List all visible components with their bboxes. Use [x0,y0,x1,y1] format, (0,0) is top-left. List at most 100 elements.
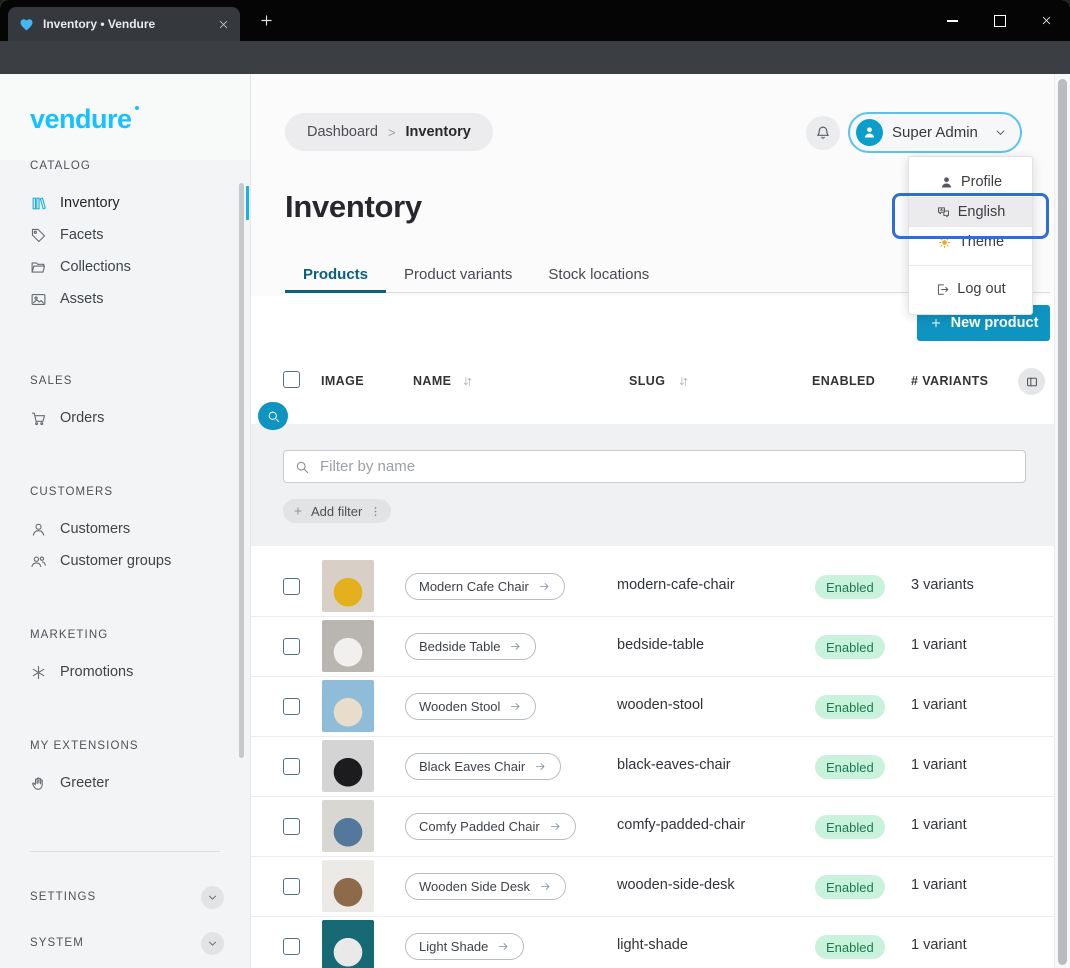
arrow-right-icon [549,820,562,833]
product-image[interactable] [322,680,374,732]
row-checkbox[interactable] [283,938,300,955]
sidebar-item-customers[interactable]: Customers [0,513,250,545]
expand-section-button[interactable] [201,886,224,909]
arrow-right-icon [534,760,547,773]
new-tab-button[interactable] [258,12,275,29]
sort-name-icon[interactable] [461,375,474,388]
vendure-logo[interactable]: vendure [30,104,139,135]
row-checkbox[interactable] [283,638,300,655]
main-content: Dashboard > Inventory Super Admin Profil… [251,74,1070,968]
table-row[interactable]: Wooden Stool wooden-stool Enabled 1 vari… [251,677,1054,737]
sidebar-item-orders[interactable]: Orders [0,402,250,434]
sidebar-scrollbar-thumb[interactable] [239,183,244,758]
tab-close-icon[interactable] [217,18,230,31]
product-image[interactable] [322,620,374,672]
table-row[interactable]: Light Shade light-shade Enabled 1 varian… [251,917,1054,968]
product-image[interactable] [322,740,374,792]
table-row[interactable]: Modern Cafe Chair modern-cafe-chair Enab… [251,557,1054,617]
sidebar-section-system[interactable]: SYSTEM [0,926,250,960]
row-checkbox[interactable] [283,878,300,895]
menu-item-log-out[interactable]: Log out [909,274,1032,304]
sidebar-section-label: SYSTEM [30,937,84,949]
sidebar-item-assets[interactable]: Assets [0,283,250,315]
expand-section-button[interactable] [201,932,224,955]
product-name-link[interactable]: Wooden Stool [405,693,536,720]
product-slug: black-eaves-chair [617,757,731,773]
product-image[interactable] [322,800,374,852]
sidebar-item-label: Promotions [60,664,133,680]
page-title: Inventory [285,188,422,226]
filter-input[interactable] [318,457,1015,476]
sidebar-item-facets[interactable]: Facets [0,219,250,251]
page-scrollbar[interactable] [1054,74,1070,968]
arrow-right-icon [538,580,551,593]
product-slug: light-shade [617,937,688,953]
browser-tab[interactable]: Inventory • Vendure [8,7,240,41]
column-header-variants: # VARIANTS [911,374,988,388]
arrow-right-icon [539,880,552,893]
window-controls [929,0,1070,41]
kebab-icon[interactable] [369,505,382,518]
product-name-link[interactable]: Comfy Padded Chair [405,813,576,840]
table-row[interactable]: Bedside Table bedside-table Enabled 1 va… [251,617,1054,677]
breadcrumb-dashboard-link[interactable]: Dashboard [307,124,378,140]
column-header-slug[interactable]: SLUG [629,374,665,388]
window-close-button[interactable] [1023,0,1070,41]
product-image[interactable] [322,920,374,968]
sidebar-item-customer-groups[interactable]: Customer groups [0,545,250,577]
sidebar-item-collections[interactable]: Collections [0,251,250,283]
product-name-link[interactable]: Black Eaves Chair [405,753,561,780]
arrow-right-icon [497,940,510,953]
column-header-name[interactable]: NAME [413,374,451,388]
page-scrollbar-thumb[interactable] [1058,79,1067,965]
product-name-link[interactable]: Light Shade [405,933,524,960]
menu-item-theme[interactable]: Theme [909,227,1032,257]
menu-item-label: English [958,204,1006,220]
tab-products[interactable]: Products [285,260,386,292]
folder-icon [30,259,47,276]
product-slug: bedside-table [617,637,704,653]
menu-item-profile[interactable]: Profile [909,167,1032,197]
table-header: IMAGE NAME SLUG ENABLED # VARIANTS [251,362,1054,400]
table-row[interactable]: Comfy Padded Chair comfy-padded-chair En… [251,797,1054,857]
column-header-enabled: ENABLED [812,374,875,388]
sidebar-item-promotions[interactable]: Promotions [0,656,250,688]
table-row[interactable]: Black Eaves Chair black-eaves-chair Enab… [251,737,1054,797]
row-checkbox[interactable] [283,818,300,835]
window-minimize-button[interactable] [929,0,976,41]
product-name-link[interactable]: Modern Cafe Chair [405,573,565,600]
product-image[interactable] [322,560,374,612]
column-settings-button[interactable] [1018,368,1045,395]
product-name-link[interactable]: Bedside Table [405,633,536,660]
sidebar-section-label: SETTINGS [30,891,96,903]
sidebar-item-greeter[interactable]: Greeter [0,767,250,799]
sort-slug-icon[interactable] [677,375,690,388]
sidebar-section-settings[interactable]: SETTINGS [0,880,250,914]
row-checkbox[interactable] [283,698,300,715]
row-checkbox[interactable] [283,758,300,775]
select-all-checkbox[interactable] [283,371,300,388]
product-image[interactable] [322,860,374,912]
sidebar-item-inventory[interactable]: Inventory [0,187,250,219]
variant-count: 1 variant [911,637,967,653]
table-row[interactable]: Wooden Side Desk wooden-side-desk Enable… [251,857,1054,917]
window-maximize-button[interactable] [976,0,1023,41]
user-name: Super Admin [892,124,984,141]
filter-panel: Add filter [251,424,1054,546]
menu-item-english[interactable]: English [909,197,1032,227]
add-filter-button[interactable]: Add filter [283,499,391,523]
variant-count: 1 variant [911,937,967,953]
notifications-button[interactable] [806,116,840,150]
sidebar-section-label: CUSTOMERS [30,486,250,498]
plus-icon [292,505,304,517]
logo-dot [135,106,139,110]
cart-icon [30,410,47,427]
tab-stock-locations[interactable]: Stock locations [530,260,667,292]
tab-product-variants[interactable]: Product variants [386,260,530,292]
row-checkbox[interactable] [283,578,300,595]
product-name-link[interactable]: Wooden Side Desk [405,873,566,900]
search-toggle-button[interactable] [258,402,288,430]
breadcrumb-current[interactable]: Inventory [406,124,471,140]
variant-count: 1 variant [911,817,967,833]
user-menu-button[interactable]: Super Admin [848,112,1022,153]
